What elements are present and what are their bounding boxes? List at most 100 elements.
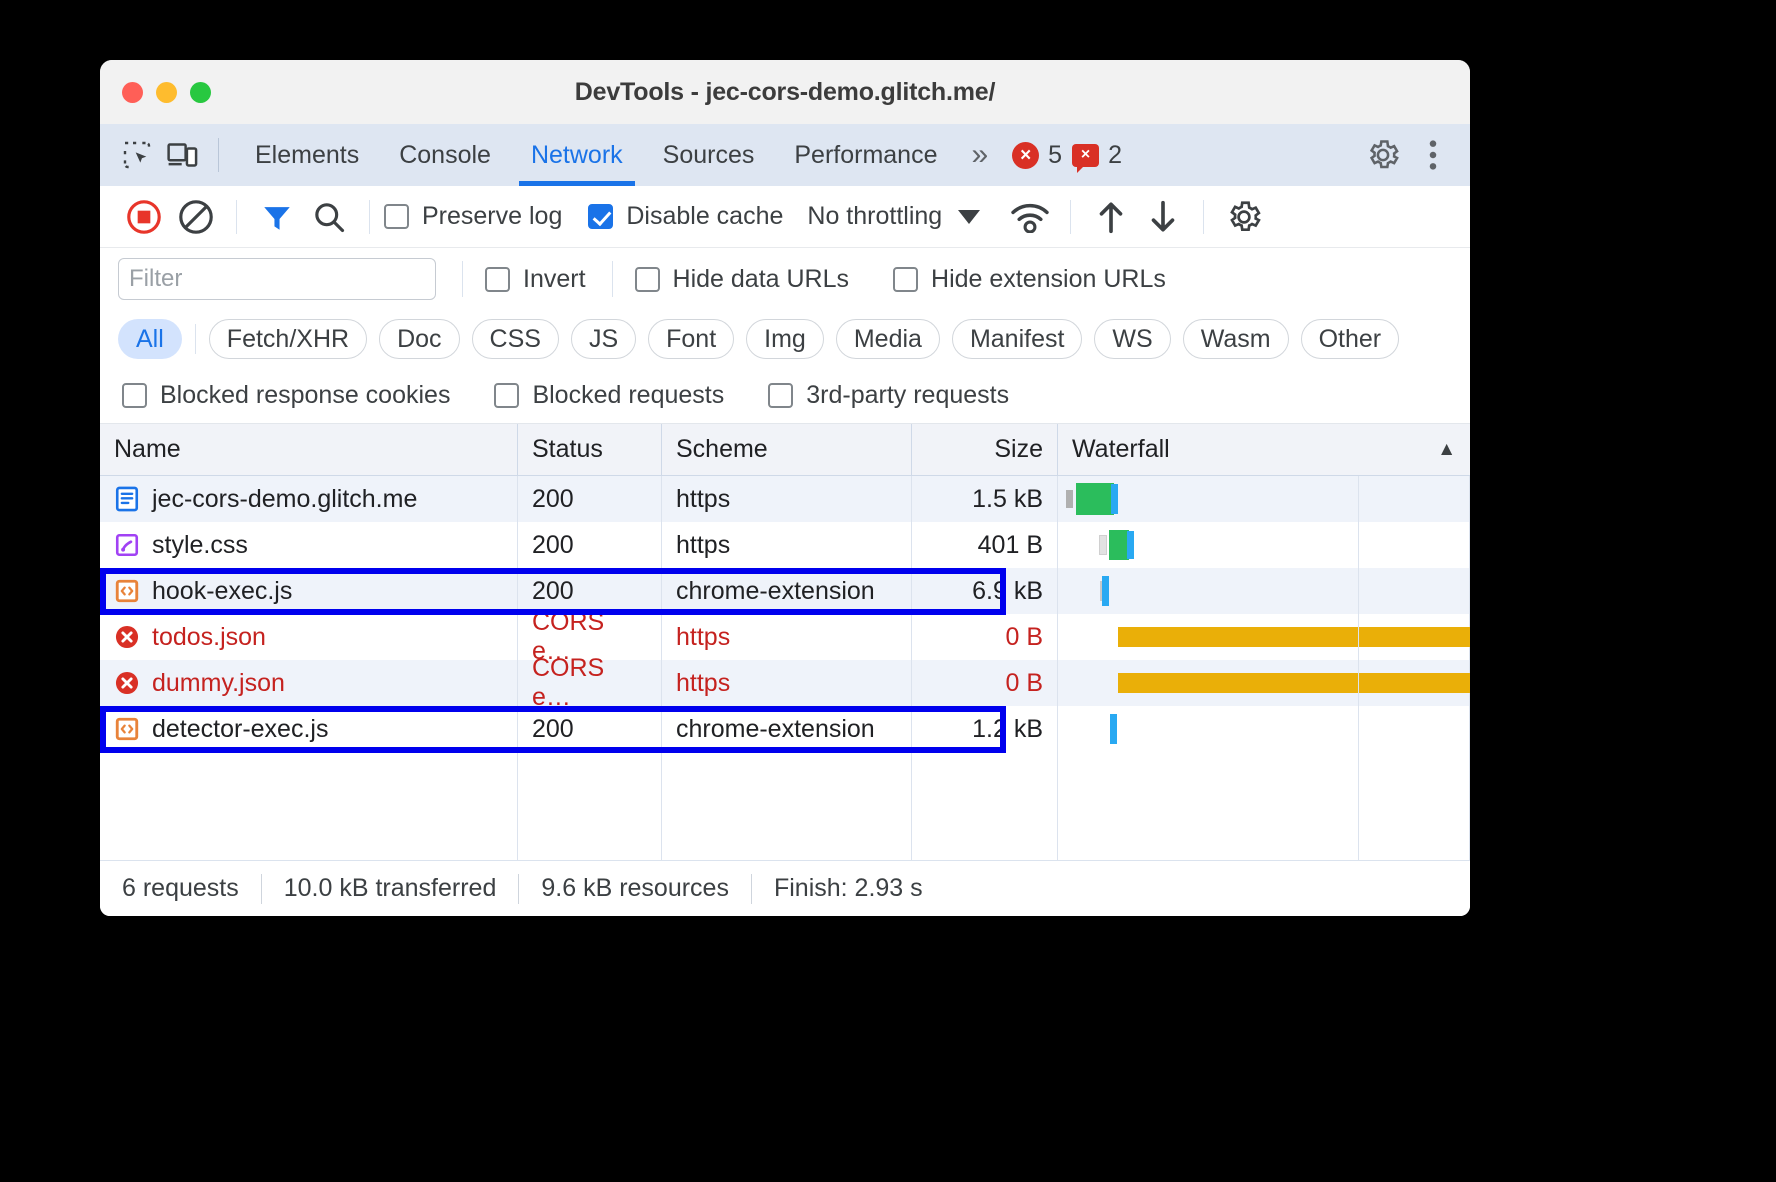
waterfall-queueing-bar <box>1099 535 1107 555</box>
third-party-requests-label: 3rd-party requests <box>806 381 1009 410</box>
chip-other[interactable]: Other <box>1301 319 1400 359</box>
cell-scheme: https <box>662 614 912 660</box>
cell-scheme: https <box>662 522 912 568</box>
column-header-name[interactable]: Name <box>100 424 518 475</box>
filter-button[interactable] <box>251 191 303 243</box>
disable-cache-checkbox[interactable]: Disable cache <box>588 202 783 231</box>
column-header-status[interactable]: Status <box>518 424 662 475</box>
record-button[interactable] <box>118 191 170 243</box>
table-row[interactable]: style.css 200 https 401 B <box>100 522 1470 568</box>
table-row[interactable]: jec-cors-demo.glitch.me 200 https 1.5 kB <box>100 476 1470 522</box>
error-badge[interactable]: × 5 <box>1012 141 1062 170</box>
tabstrip-divider <box>218 138 219 172</box>
settings-gear-icon[interactable] <box>1360 132 1406 178</box>
table-row[interactable]: dummy.json CORS e… https 0 B <box>100 660 1470 706</box>
import-har-icon[interactable] <box>1085 191 1137 243</box>
chip-media[interactable]: Media <box>836 319 940 359</box>
waterfall-receive-bar <box>1127 531 1134 559</box>
chip-wasm[interactable]: Wasm <box>1183 319 1289 359</box>
tab-sources-label: Sources <box>663 141 755 170</box>
close-window-button[interactable] <box>122 82 143 103</box>
chip-font[interactable]: Font <box>648 319 734 359</box>
table-empty-area <box>100 798 1470 844</box>
cell-scheme: chrome-extension <box>662 568 912 614</box>
export-har-icon[interactable] <box>1137 191 1189 243</box>
more-options-icon[interactable] <box>1410 132 1456 178</box>
invert-checkbox[interactable]: Invert <box>485 265 586 294</box>
cell-size: 6.9 kB <box>912 568 1058 614</box>
finish-time: Finish: 2.93 s <box>774 874 923 903</box>
column-header-scheme[interactable]: Scheme <box>662 424 912 475</box>
table-row[interactable]: todos.json CORS e… https 0 B <box>100 614 1470 660</box>
hide-extension-urls-box <box>893 267 918 292</box>
column-header-waterfall[interactable]: Waterfall ▲ <box>1058 424 1470 475</box>
cell-size: 0 B <box>912 614 1058 660</box>
chip-img[interactable]: Img <box>746 319 824 359</box>
maximize-window-button[interactable] <box>190 82 211 103</box>
chevron-down-icon <box>958 210 980 224</box>
devtools-window: DevTools - jec-cors-demo.glitch.me/ Elem… <box>100 60 1470 916</box>
hide-extension-urls-checkbox[interactable]: Hide extension URLs <box>893 265 1166 294</box>
warning-badge[interactable]: × 2 <box>1072 141 1122 170</box>
extra-filters-row: Blocked response cookies Blocked request… <box>100 368 1470 424</box>
minimize-window-button[interactable] <box>156 82 177 103</box>
chip-js[interactable]: JS <box>571 319 636 359</box>
chip-manifest[interactable]: Manifest <box>952 319 1082 359</box>
disable-cache-box <box>588 204 613 229</box>
throttling-dropdown[interactable]: No throttling <box>807 202 980 231</box>
column-header-size[interactable]: Size <box>912 424 1058 475</box>
filter-row-divider <box>462 261 463 297</box>
network-status-bar: 6 requests 10.0 kB transferred 9.6 kB re… <box>100 860 1470 916</box>
console-message-icon: × <box>1072 144 1099 167</box>
blocked-response-cookies-checkbox[interactable]: Blocked response cookies <box>122 381 450 410</box>
cell-size: 1.2 kB <box>912 706 1058 752</box>
tab-elements-label: Elements <box>255 141 359 170</box>
chip-ws[interactable]: WS <box>1094 319 1170 359</box>
table-row[interactable]: detector-exec.js 200 chrome-extension 1.… <box>100 706 1470 752</box>
network-settings-gear-icon[interactable] <box>1218 191 1270 243</box>
network-conditions-icon[interactable] <box>1004 191 1056 243</box>
blocked-requests-checkbox[interactable]: Blocked requests <box>494 381 724 410</box>
tab-console[interactable]: Console <box>379 124 511 186</box>
preserve-log-checkbox[interactable]: Preserve log <box>384 202 562 231</box>
error-icon <box>114 670 140 696</box>
blocked-response-cookies-label: Blocked response cookies <box>160 381 450 410</box>
tab-sources[interactable]: Sources <box>643 124 775 186</box>
filter-input[interactable] <box>118 258 436 300</box>
resources-size: 9.6 kB resources <box>541 874 729 903</box>
search-button[interactable] <box>303 191 355 243</box>
table-row[interactable]: hook-exec.js 200 chrome-extension 6.9 kB <box>100 568 1470 614</box>
chip-css[interactable]: CSS <box>472 319 559 359</box>
tab-elements[interactable]: Elements <box>235 124 379 186</box>
inspect-element-icon[interactable] <box>114 132 160 178</box>
hide-data-urls-label: Hide data URLs <box>673 265 849 294</box>
table-header-row: Name Status Scheme Size Waterfall ▲ <box>100 424 1470 476</box>
tab-network[interactable]: Network <box>511 124 643 186</box>
third-party-requests-box <box>768 383 793 408</box>
hide-extension-urls-label: Hide extension URLs <box>931 265 1166 294</box>
more-tabs-chevron-icon[interactable]: » <box>957 138 996 172</box>
tab-performance[interactable]: Performance <box>774 124 957 186</box>
chip-all[interactable]: All <box>118 319 182 359</box>
third-party-requests-checkbox[interactable]: 3rd-party requests <box>768 381 1009 410</box>
tab-performance-label: Performance <box>794 141 937 170</box>
chip-fetch-xhr[interactable]: Fetch/XHR <box>209 319 367 359</box>
hide-data-urls-box <box>635 267 660 292</box>
cell-size: 0 B <box>912 660 1058 706</box>
device-toolbar-icon[interactable] <box>160 132 206 178</box>
filter-row-divider-2 <box>612 261 613 297</box>
cell-size: 401 B <box>912 522 1058 568</box>
cell-scheme: chrome-extension <box>662 706 912 752</box>
request-count: 6 requests <box>122 874 239 903</box>
cell-name: todos.json <box>100 614 518 660</box>
hide-data-urls-checkbox[interactable]: Hide data URLs <box>635 265 849 294</box>
waterfall-queueing-bar <box>1066 490 1073 508</box>
status-divider <box>751 874 752 904</box>
error-icon <box>114 624 140 650</box>
chip-doc[interactable]: Doc <box>379 319 459 359</box>
error-count: 5 <box>1048 141 1062 170</box>
status-divider <box>261 874 262 904</box>
traffic-lights <box>122 82 211 103</box>
request-name: jec-cors-demo.glitch.me <box>152 485 417 514</box>
clear-button[interactable] <box>170 191 222 243</box>
